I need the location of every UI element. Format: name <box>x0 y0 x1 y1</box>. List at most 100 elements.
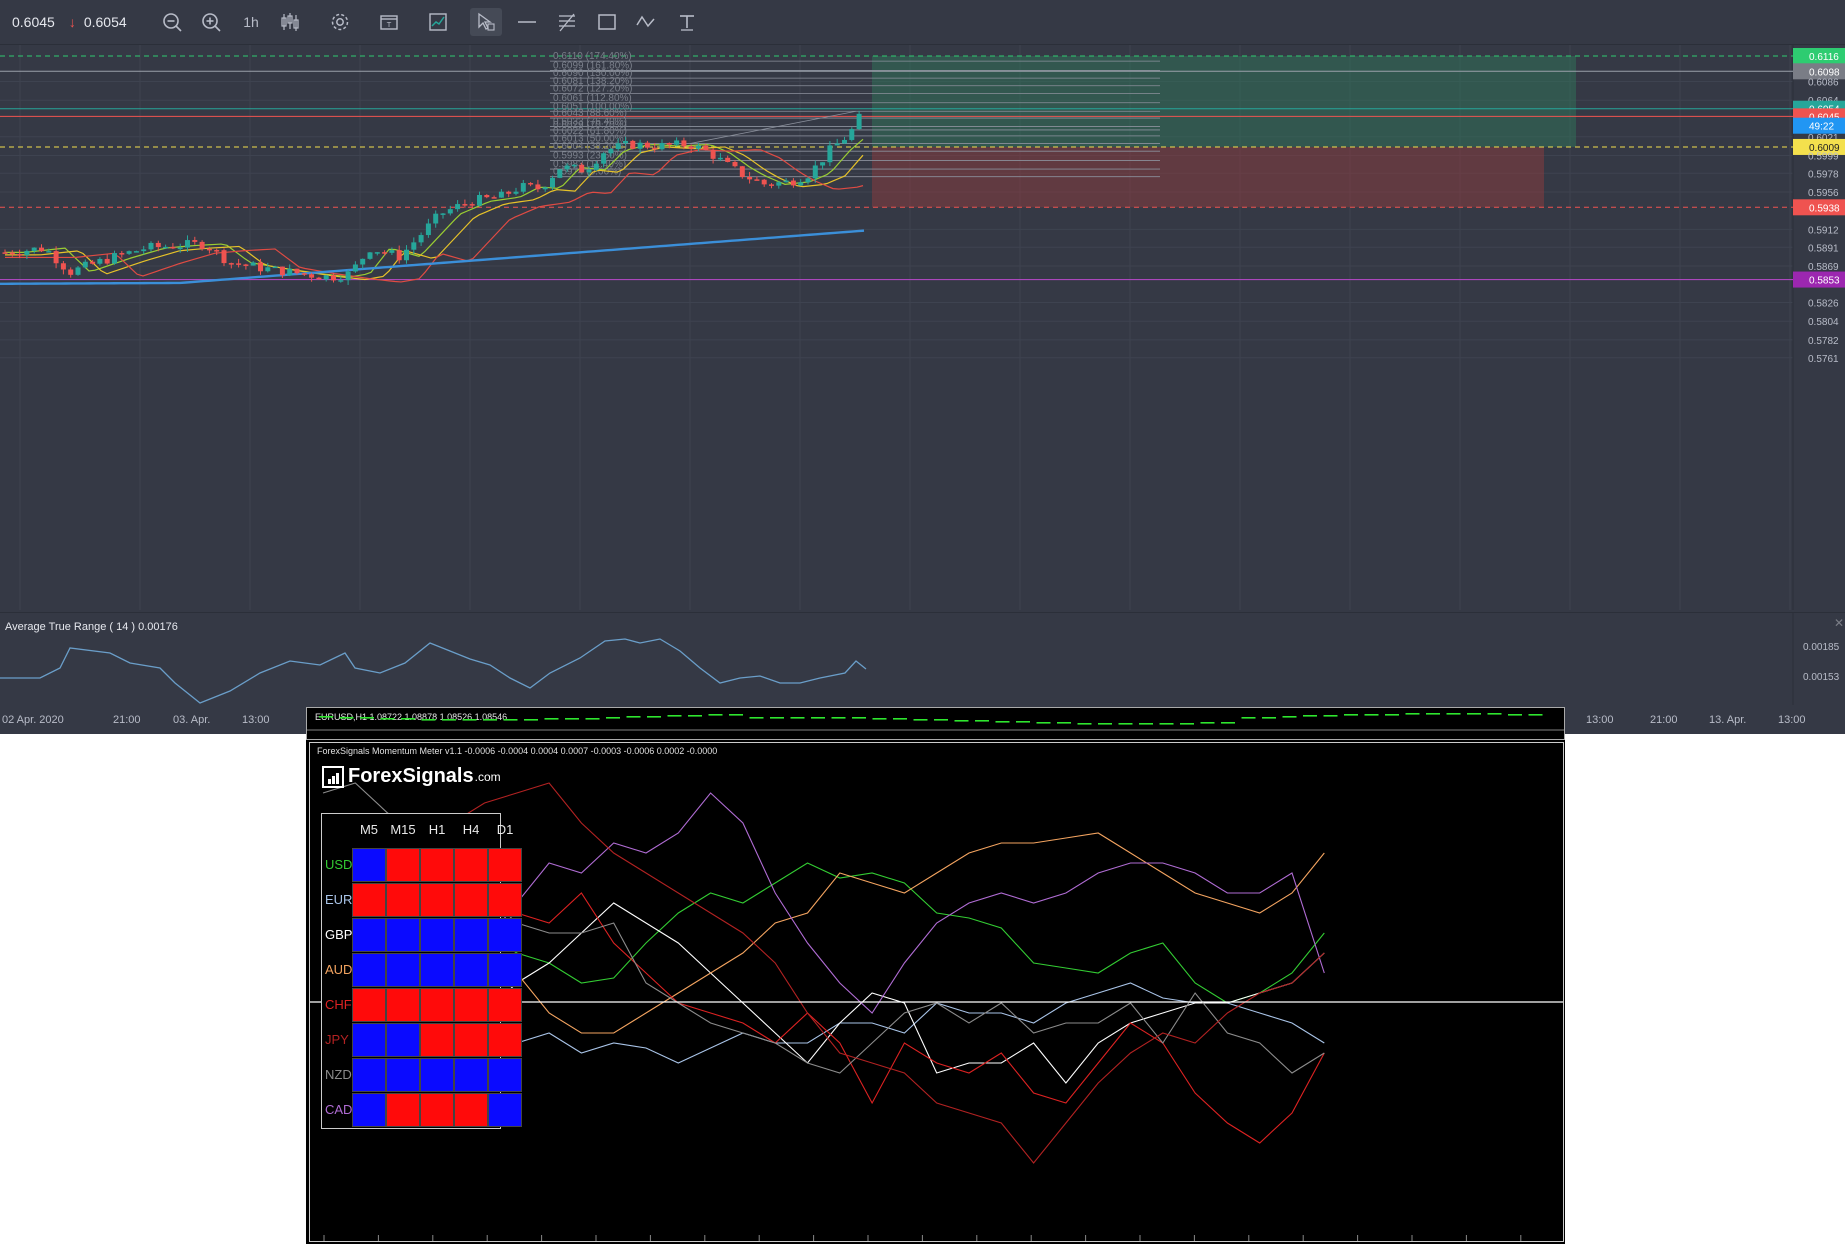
candle-body <box>535 184 541 190</box>
candle-body <box>185 240 190 248</box>
indicators-button[interactable] <box>422 8 454 36</box>
candle-body <box>849 129 855 140</box>
momentum-cell <box>488 953 522 987</box>
candle-body <box>411 242 417 250</box>
candle-body <box>236 263 242 265</box>
mt4-histogram <box>307 713 1564 731</box>
atr-line-chart: 0.00185 0.00153 ✕ <box>0 613 1844 705</box>
momentum-cell <box>420 1093 454 1127</box>
candle-body <box>17 254 23 256</box>
rectangle-tool-button[interactable] <box>591 8 623 36</box>
candle-body <box>623 140 628 144</box>
candle-body <box>53 251 59 264</box>
settings-button[interactable] <box>324 8 356 36</box>
cursor-tool-icon <box>478 12 495 31</box>
rectangle-tool-icon <box>598 14 616 30</box>
momentum-cell <box>386 988 420 1022</box>
candle-body <box>827 145 833 163</box>
cursor-tool-button[interactable] <box>470 8 502 36</box>
candle-body <box>338 280 344 282</box>
momentum-cell <box>386 848 420 882</box>
momentum-cell <box>352 1058 386 1092</box>
momentum-cell <box>454 1058 488 1092</box>
candle-body <box>2 252 8 254</box>
price-axis-label: 0.5826 <box>1808 299 1839 310</box>
price-badge-label: 0.5853 <box>1809 276 1840 287</box>
momentum-cell <box>488 988 522 1022</box>
candle-body <box>776 182 782 186</box>
candle-body <box>579 164 585 173</box>
time-label: 02 Apr. 2020 <box>2 714 64 726</box>
price-axis-label: 0.5999 <box>1808 151 1839 162</box>
currency-row-label: CAD <box>325 1102 353 1117</box>
horizontal-line-button[interactable] <box>511 8 543 36</box>
template-button[interactable]: T <box>373 8 405 36</box>
candle-body <box>710 149 716 159</box>
candle-body <box>382 252 388 254</box>
candlestick-icon <box>281 13 299 31</box>
time-label: 13:00 <box>1778 714 1806 726</box>
momentum-cell <box>454 988 488 1022</box>
fib-tool-button[interactable] <box>551 8 583 36</box>
candle-body <box>258 262 263 272</box>
price-chart[interactable]: 0.6110 (174.40%)0.6099 (161.80%)0.6090 (… <box>0 45 1845 610</box>
candle-body <box>798 182 804 186</box>
current-price: 0.6045 <box>12 14 55 30</box>
price-badge-label: 49:22 <box>1809 122 1834 133</box>
text-tool-icon <box>680 15 694 31</box>
candle-body <box>674 140 680 145</box>
candle-body <box>739 166 745 177</box>
currency-row-label: NZD <box>325 1067 352 1082</box>
candle-body <box>126 251 132 254</box>
candle-body <box>769 184 774 186</box>
candle-body <box>513 191 519 194</box>
path-tool-button[interactable] <box>630 8 662 36</box>
candle-body <box>228 263 234 265</box>
momentum-cell <box>488 1093 522 1127</box>
zoom-in-button[interactable] <box>195 8 227 36</box>
candle-body <box>652 147 658 150</box>
candle-body <box>141 249 147 252</box>
momentum-cell <box>420 918 454 952</box>
chart-indicator-icon <box>429 13 447 31</box>
candle-body <box>272 266 278 269</box>
close-pane-icon: ✕ <box>1834 616 1844 630</box>
candle-body <box>192 240 198 242</box>
candle-body <box>323 275 329 280</box>
time-label: 21:00 <box>1650 714 1678 726</box>
candle-body <box>820 162 826 166</box>
zoom-out-icon <box>163 13 182 32</box>
candle-body <box>360 258 366 265</box>
momentum-cell <box>420 848 454 882</box>
candle-body <box>250 262 256 266</box>
zoom-out-button[interactable] <box>156 8 188 36</box>
momentum-cell <box>386 883 420 917</box>
timeframe-button[interactable]: 1h <box>235 8 267 36</box>
text-tool-button[interactable] <box>671 8 703 36</box>
candle-body <box>309 274 315 278</box>
candle-body <box>39 247 44 252</box>
candle-body <box>345 271 351 281</box>
candle-body <box>601 153 607 164</box>
candle-body <box>586 169 592 173</box>
momentum-cell <box>352 918 386 952</box>
candle-body <box>265 267 271 272</box>
candle-body <box>75 267 81 275</box>
candle-body <box>133 251 139 253</box>
candle-body <box>316 277 322 280</box>
chart-type-button[interactable] <box>274 8 306 36</box>
timeframe-label: 1h <box>243 14 259 30</box>
candle-body <box>68 269 74 275</box>
candle-body <box>82 261 88 268</box>
candle-body <box>783 180 789 183</box>
candle-body <box>630 140 636 149</box>
candle-body <box>593 163 599 170</box>
currency-row-label: JPY <box>325 1032 349 1047</box>
forexsignals-logo: ForexSignals .com <box>322 765 501 788</box>
candle-body <box>732 161 738 167</box>
price-axis-label: 0.5869 <box>1808 262 1839 273</box>
zoom-in-icon <box>202 13 221 32</box>
trading-chart-app: 0.6045 ↓ 0.6054 1h T 0.6110 (174.40%) 0.… <box>0 0 1845 734</box>
momentum-cell <box>454 1093 488 1127</box>
candle-body <box>46 251 52 253</box>
